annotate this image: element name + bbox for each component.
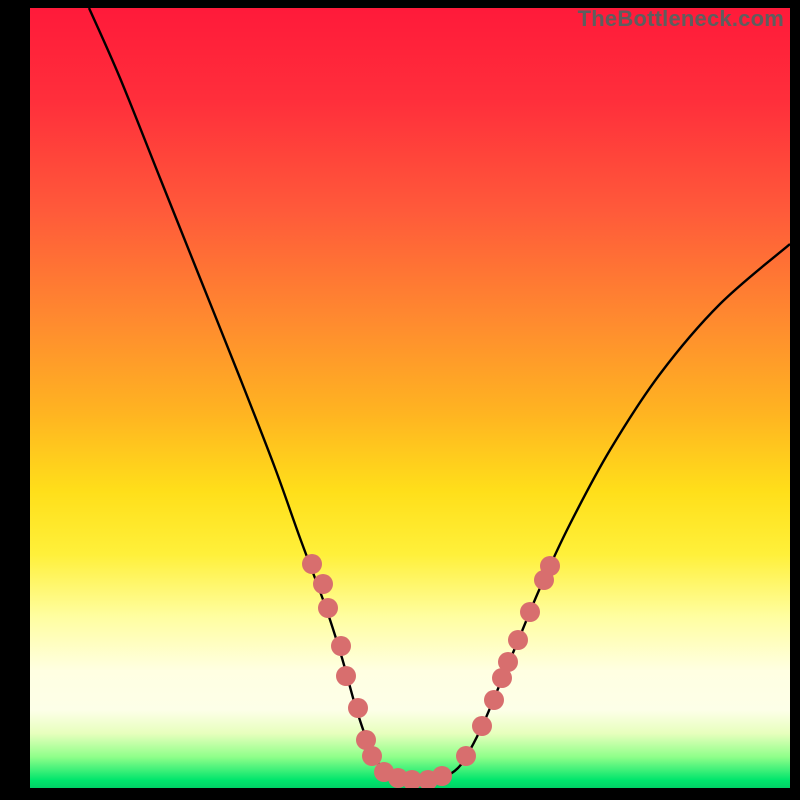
data-dot: [313, 574, 333, 594]
chart-overlay-svg: [30, 8, 790, 788]
data-dot: [520, 602, 540, 622]
sample-dots: [302, 554, 560, 788]
data-dot: [331, 636, 351, 656]
data-dot: [362, 746, 382, 766]
data-dot: [472, 716, 492, 736]
data-dot: [508, 630, 528, 650]
data-dot: [348, 698, 368, 718]
data-dot: [336, 666, 356, 686]
data-dot: [540, 556, 560, 576]
data-dot: [302, 554, 322, 574]
chart-frame: TheBottleneck.com: [30, 8, 790, 788]
data-dot: [432, 766, 452, 786]
bottleneck-curve: [89, 8, 790, 780]
data-dot: [498, 652, 518, 672]
data-dot: [318, 598, 338, 618]
data-dot: [456, 746, 476, 766]
data-dot: [484, 690, 504, 710]
